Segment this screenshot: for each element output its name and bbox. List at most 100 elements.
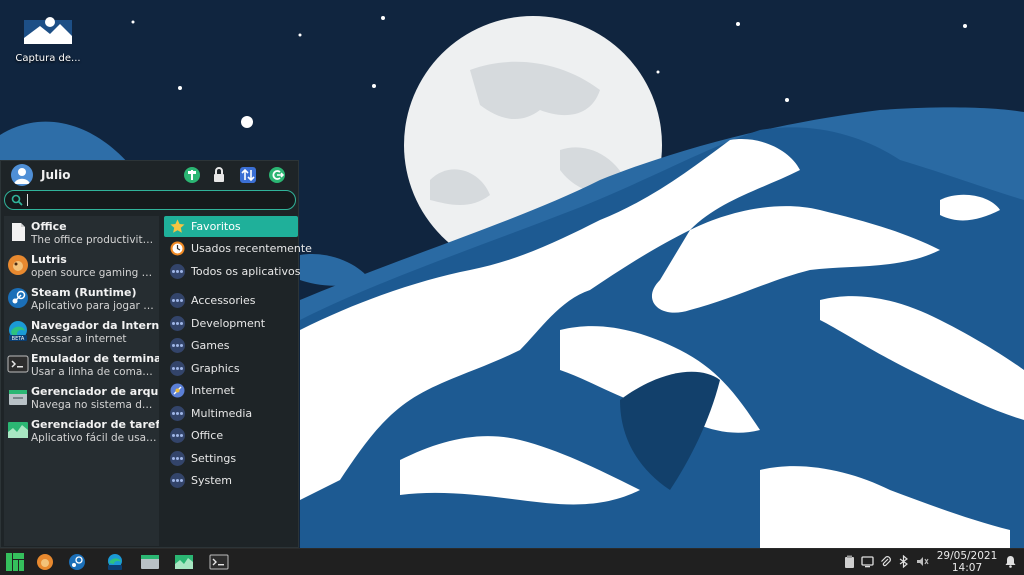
category-label: Accessories [191,294,256,307]
category-games[interactable]: Games [164,335,298,356]
category-list: Favoritos Usados recentemente Todos os a… [164,216,312,546]
clock-time: 14:07 [951,562,983,574]
application-menu: Julio Office The office productivity Lut… [0,160,312,548]
app-description: Aplicativo para jogar e ge... [31,300,157,312]
favorite-item-file-manager[interactable]: Gerenciador de arquivos Navega no sistem… [4,381,159,414]
category-label: Internet [191,384,235,397]
desktop-icon-screenshot[interactable]: Captura de... [14,14,82,64]
desktop-icon-label: Captura de... [15,53,81,64]
clipboard-icon[interactable] [843,555,856,568]
category-all-apps[interactable]: Todos os aplicativos [164,261,301,282]
category-icon [170,316,185,331]
volume-muted-icon[interactable] [916,555,929,568]
category-settings[interactable]: Settings [164,448,298,469]
edge-beta-icon: BETA [9,321,27,342]
category-icon [170,473,185,488]
user-icon [14,168,30,184]
search-icon [11,194,23,206]
category-label: Multimedia [191,407,253,420]
lutris-icon[interactable] [34,552,56,572]
category-label: Office [191,429,224,442]
terminal-icon[interactable] [208,552,230,572]
category-icon [170,293,185,308]
favorite-item-task-manager[interactable]: Gerenciador de tarefas Aplicativo fácil … [4,414,159,447]
category-recent[interactable]: Usados recentemente [164,238,312,259]
search-field[interactable] [4,190,296,210]
app-description: open source gaming platf... [31,267,157,279]
app-description: Aplicativo fácil de usar pa... [31,432,157,444]
switch-user-icon[interactable] [239,166,257,184]
favorite-item-terminal[interactable]: Emulador de terminal Usar a linha de com… [4,348,159,381]
category-icon [170,338,185,353]
category-label: Settings [191,452,237,465]
office-icon [12,223,25,241]
favorite-item-steam[interactable]: Steam (Runtime) Aplicativo para jogar e … [4,282,159,315]
category-internet[interactable]: Internet [164,380,298,401]
app-description: Acessar a internet [31,333,127,345]
category-label: Games [191,339,230,352]
category-label: System [191,474,233,487]
app-name: Gerenciador de arquivos [31,385,159,398]
app-name: Gerenciador de tarefas [31,418,159,431]
clock-date: 29/05/2021 [936,550,998,562]
edge-beta-icon[interactable] [104,552,126,572]
category-multimedia[interactable]: Multimedia [164,403,298,424]
settings-icon[interactable] [183,166,201,184]
category-favorites[interactable]: Favoritos [164,216,298,237]
app-description: Navega no sistema de ar... [31,399,157,411]
apps-icon [170,264,185,279]
app-name: Navegador da Internet [31,319,159,332]
clock[interactable]: 29/05/2021 14:07 [936,550,998,574]
lock-icon[interactable] [210,166,228,184]
category-label: Graphics [191,362,240,375]
svg-text:BETA: BETA [12,336,25,342]
category-label: Todos os aplicativos [191,265,301,278]
app-name: Emulador de terminal [31,352,159,365]
notifications-icon[interactable] [1004,555,1017,568]
category-icon [170,428,185,443]
app-description: Usar a linha de comando [31,366,157,378]
favorite-item-office[interactable]: Office The office productivity su... [4,216,159,249]
task-manager-icon[interactable] [173,552,195,572]
clock-icon [170,241,185,256]
logout-icon[interactable] [268,166,286,184]
category-label: Favoritos [191,220,241,233]
star-icon [170,219,185,233]
paperclip-icon[interactable] [879,555,892,568]
user-avatar[interactable] [11,164,33,186]
text-cursor [27,194,28,206]
manjaro-menu-icon[interactable] [4,552,26,572]
terminal-icon [7,355,29,373]
display-icon[interactable] [861,555,874,568]
category-icon [170,361,185,376]
category-office[interactable]: Office [164,425,298,446]
bluetooth-icon[interactable] [897,555,910,568]
app-name: Steam (Runtime) [31,286,137,299]
category-label: Usados recentemente [191,242,312,255]
favorite-item-lutris[interactable]: Lutris open source gaming platf... [4,249,159,282]
category-icon [170,406,185,421]
image-thumbnail-icon [24,17,72,44]
category-graphics[interactable]: Graphics [164,358,298,379]
file-manager-icon [9,390,27,405]
internet-icon [170,383,185,398]
file-manager-icon[interactable] [139,552,161,572]
search-input[interactable] [25,193,287,207]
app-name: Office [31,220,67,233]
app-name: Lutris [31,253,67,266]
category-icon [170,451,185,466]
category-accessories[interactable]: Accessories [164,290,298,311]
category-development[interactable]: Development [164,313,298,334]
task-manager-icon [8,422,28,438]
username-label: Julio [41,168,71,182]
favorites-list: Office The office productivity su... Lut… [4,216,159,546]
steam-icon[interactable] [66,552,88,572]
category-system[interactable]: System [164,470,298,491]
taskbar: 29/05/2021 14:07 [0,548,1024,575]
favorite-item-browser[interactable]: BETA Navegador da Internet Acessar a int… [4,315,159,348]
lutris-icon [8,255,28,275]
steam-icon [8,288,28,308]
menu-header: Julio [1,161,300,189]
category-label: Development [191,317,266,330]
app-description: The office productivity su... [31,234,157,246]
